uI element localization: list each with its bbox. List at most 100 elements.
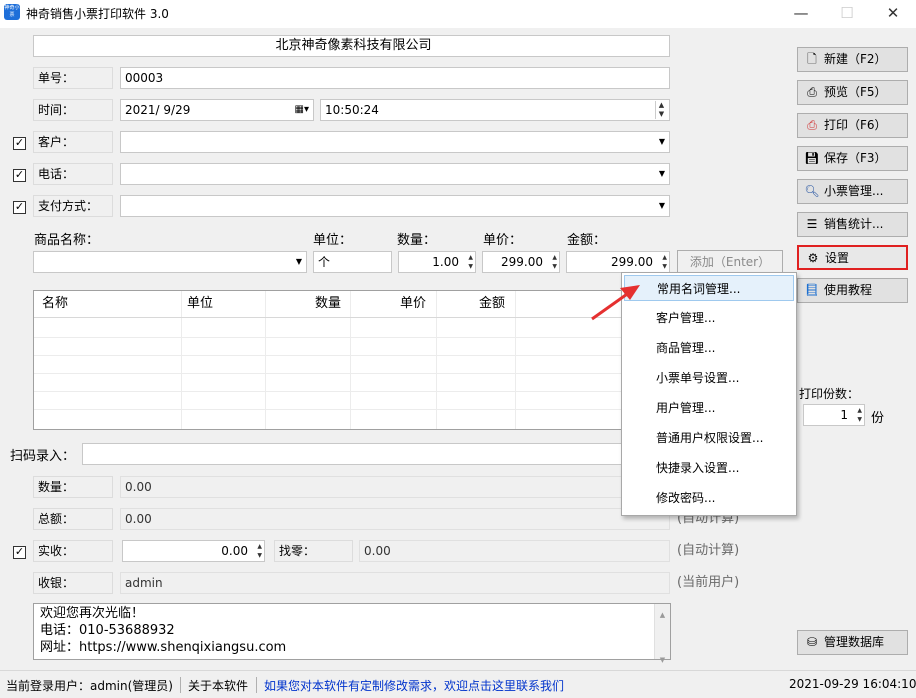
stepper-arrows-icon[interactable]: ▲ ▼ <box>658 253 667 271</box>
items-table[interactable]: 名称 单位 数量 单价 金额 <box>33 290 671 430</box>
phone-select[interactable]: ▼ <box>120 163 670 185</box>
sales-stats-button[interactable]: ☰ 销售统计... <box>797 212 908 237</box>
chevron-down-icon[interactable]: ▼ <box>296 252 302 272</box>
chevron-down-icon[interactable]: ▼ <box>659 164 665 184</box>
menu-item-change-password[interactable]: 修改密码... <box>624 485 794 511</box>
copies-unit: 份 <box>871 411 885 426</box>
change-field: 0.00 <box>359 540 670 562</box>
scan-input[interactable] <box>82 443 670 465</box>
customer-checkbox[interactable]: ✓ <box>13 137 26 150</box>
time-value: 10:50:24 <box>325 103 379 117</box>
preview-button[interactable]: ⎙ 预览（F5） <box>797 80 908 105</box>
add-item-button[interactable]: 添加（Enter） <box>677 250 783 274</box>
payment-select[interactable]: ▼ <box>120 195 670 217</box>
print-copies-value: 1 <box>840 408 848 422</box>
qty-stepper[interactable]: 1.00 ▲ ▼ <box>398 251 476 273</box>
print-copies-stepper[interactable]: 1 ▲ ▼ <box>803 404 865 426</box>
save-button[interactable]: 💾︎ 保存（F3） <box>797 146 908 171</box>
scan-label: 扫码录入： <box>10 449 76 464</box>
product-name-label: 商品名称： <box>34 233 100 248</box>
row-divider <box>34 373 670 374</box>
calendar-dropdown-icon[interactable]: ▦▾ <box>295 100 309 120</box>
stepper-arrows-icon[interactable]: ▲ ▼ <box>464 253 473 271</box>
amount-stepper[interactable]: 299.00 ▲ ▼ <box>566 251 670 273</box>
column-header-unit[interactable]: 单位 <box>187 291 213 317</box>
column-header-amount[interactable]: 金额 <box>479 291 505 317</box>
time-label: 时间： <box>33 99 113 121</box>
stepper-arrows-icon[interactable]: ▲ ▼ <box>853 406 862 424</box>
stepper-arrows-icon[interactable]: ▲ ▼ <box>253 542 262 560</box>
textarea-scrollbar[interactable]: ▲ ▼ <box>654 604 670 664</box>
search-icon: 🔍︎ <box>804 184 820 198</box>
time-spinner-icon[interactable]: ▲ ▼ <box>655 101 667 119</box>
received-value: 0.00 <box>221 544 248 558</box>
qty-label: 数量： <box>397 233 437 248</box>
unit-label: 单位： <box>313 233 353 248</box>
auto-calc-hint-2: (自动计算) <box>677 543 740 558</box>
settings-button[interactable]: ⚙ 设置 <box>797 245 908 270</box>
tutorial-button[interactable]: 📘︎ 使用教程 <box>797 278 908 303</box>
custom-contact-link[interactable]: 如果您对本软件有定制修改需求，欢迎点击这里联系我们 <box>264 677 564 694</box>
stepper-arrows-icon[interactable]: ▲ ▼ <box>548 253 557 271</box>
status-separator <box>256 677 257 693</box>
save-icon: 💾︎ <box>804 151 820 165</box>
total-qty-label: 数量： <box>33 476 113 498</box>
product-name-select[interactable]: ▼ <box>33 251 307 273</box>
menu-item-users[interactable]: 用户管理... <box>624 395 794 421</box>
manage-database-button[interactable]: ⛁ 管理数据库 <box>797 630 908 655</box>
total-amount-label: 总额： <box>33 508 113 530</box>
print-button[interactable]: ⎙ 打印（F6） <box>797 113 908 138</box>
maximize-button[interactable]: ☐ <box>824 0 870 28</box>
unit-field[interactable]: 个 <box>313 251 392 273</box>
close-button[interactable]: ✕ <box>870 0 916 28</box>
payment-checkbox[interactable]: ✓ <box>13 201 26 214</box>
menu-item-receipt-number[interactable]: 小票单号设置... <box>624 365 794 391</box>
printer-icon: ⎙ <box>807 118 817 132</box>
print-button-label: 打印（F6） <box>824 118 887 132</box>
row-divider <box>34 391 670 392</box>
header-divider <box>34 317 670 318</box>
received-stepper[interactable]: 0.00 ▲ ▼ <box>122 540 265 562</box>
title-bar: 神奇小票 神奇销售小票打印软件 3.0 — ☐ ✕ <box>0 0 916 28</box>
customer-select[interactable]: ▼ <box>120 131 670 153</box>
annotation-arrow <box>591 285 640 321</box>
order-no-field[interactable]: 00003 <box>120 67 670 89</box>
cashier-field: admin <box>120 572 670 594</box>
chevron-down-icon[interactable]: ▼ <box>659 196 665 216</box>
menu-item-permissions[interactable]: 普通用户权限设置... <box>624 425 794 451</box>
receipt-footer-textarea[interactable]: 欢迎您再次光临！ 电话：010-53688932 网址：https://www.… <box>33 603 671 664</box>
column-header-qty[interactable]: 数量 <box>315 291 341 317</box>
about-link[interactable]: 关于本软件 <box>188 677 248 694</box>
price-stepper[interactable]: 299.00 ▲ ▼ <box>482 251 560 273</box>
window-title: 神奇销售小票打印软件 3.0 <box>26 7 169 21</box>
footer-line: 电话：010-53688932 <box>40 623 175 638</box>
book-icon: 📘︎ <box>804 283 820 297</box>
received-checkbox[interactable]: ✓ <box>13 546 26 559</box>
tutorial-label: 使用教程 <box>824 283 873 297</box>
sales-stats-label: 销售统计... <box>824 217 884 231</box>
login-user-status: 当前登录用户：admin(管理员) <box>6 679 173 693</box>
row-divider <box>34 337 670 338</box>
settings-label: 设置 <box>825 251 850 265</box>
database-icon: ⛁ <box>806 635 818 649</box>
chevron-down-icon[interactable]: ▼ <box>659 132 665 152</box>
minimize-button[interactable]: — <box>778 0 824 28</box>
receipt-manage-button[interactable]: 🔍︎ 小票管理... <box>797 179 908 204</box>
print-copies-label: 打印份数： <box>799 387 860 401</box>
menu-item-products[interactable]: 商品管理... <box>624 335 794 361</box>
receipt-manage-label: 小票管理... <box>824 184 884 198</box>
new-doc-icon: 🗋 <box>807 52 817 66</box>
date-value: 2021/ 9/29 <box>125 103 191 117</box>
column-header-price[interactable]: 单价 <box>400 291 426 317</box>
phone-checkbox[interactable]: ✓ <box>13 169 26 182</box>
new-button[interactable]: 🗋 新建（F2） <box>797 47 908 72</box>
received-label: 实收： <box>33 540 113 562</box>
price-value: 299.00 <box>501 255 543 269</box>
company-name-field[interactable]: 北京神奇像素科技有限公司 <box>33 35 670 57</box>
column-header-name[interactable]: 名称 <box>42 291 68 317</box>
preview-icon: ⎙ <box>807 85 817 99</box>
time-field[interactable]: 10:50:24 ▲ ▼ <box>320 99 670 121</box>
list-icon: ☰ <box>806 217 818 231</box>
menu-item-shortcuts[interactable]: 快捷录入设置... <box>624 455 794 481</box>
date-picker[interactable]: 2021/ 9/29 ▦▾ <box>120 99 314 121</box>
